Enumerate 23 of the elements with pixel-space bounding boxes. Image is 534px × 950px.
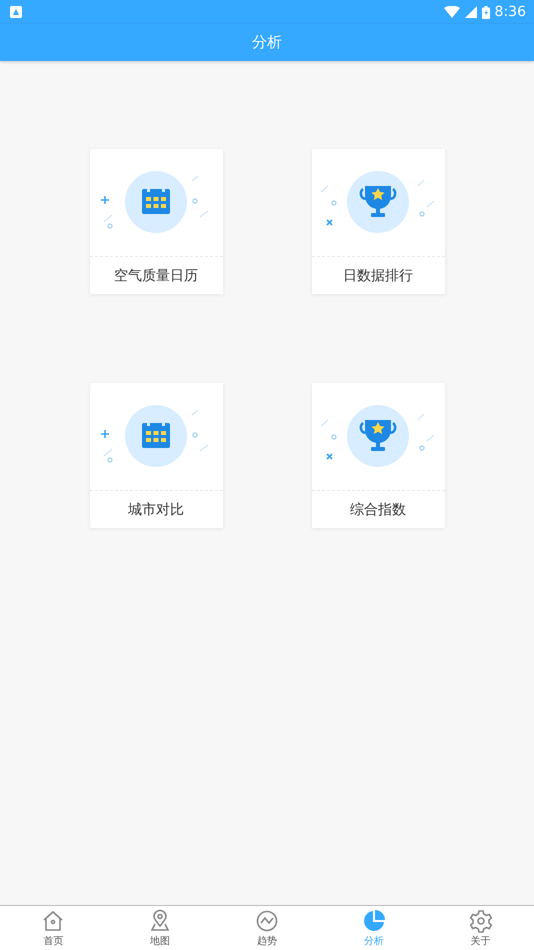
card-label: 综合指数 (349, 500, 407, 520)
nav-tab[interactable]: 地图 (106, 906, 214, 950)
card-label: 日数据排行 (342, 266, 414, 286)
nav-tab[interactable]: 首页 (0, 906, 107, 950)
card-label: 空气质量日历 (113, 266, 199, 286)
feature-card[interactable]: 综合指数 (312, 383, 444, 528)
nav-tab[interactable]: 趋势 (214, 906, 320, 950)
home-icon (41, 908, 66, 932)
pie-chart-icon (362, 908, 386, 932)
feature-card[interactable]: 城市对比 (90, 383, 222, 528)
notification-icon (10, 6, 22, 18)
status-time: 8:36 (494, 4, 526, 20)
location-pin-icon (148, 908, 172, 932)
feature-card[interactable]: 日数据排行 (312, 149, 444, 294)
battery-icon (482, 6, 490, 18)
trend-icon (254, 908, 279, 932)
card-label: 城市对比 (127, 500, 185, 520)
page-title: 分析 (252, 33, 282, 52)
settings-icon (468, 908, 493, 932)
nav-tab[interactable]: 关于 (427, 906, 534, 950)
signal-icon (464, 6, 477, 18)
feature-card[interactable]: 空气质量日历 (90, 149, 222, 294)
wifi-icon (444, 6, 460, 18)
